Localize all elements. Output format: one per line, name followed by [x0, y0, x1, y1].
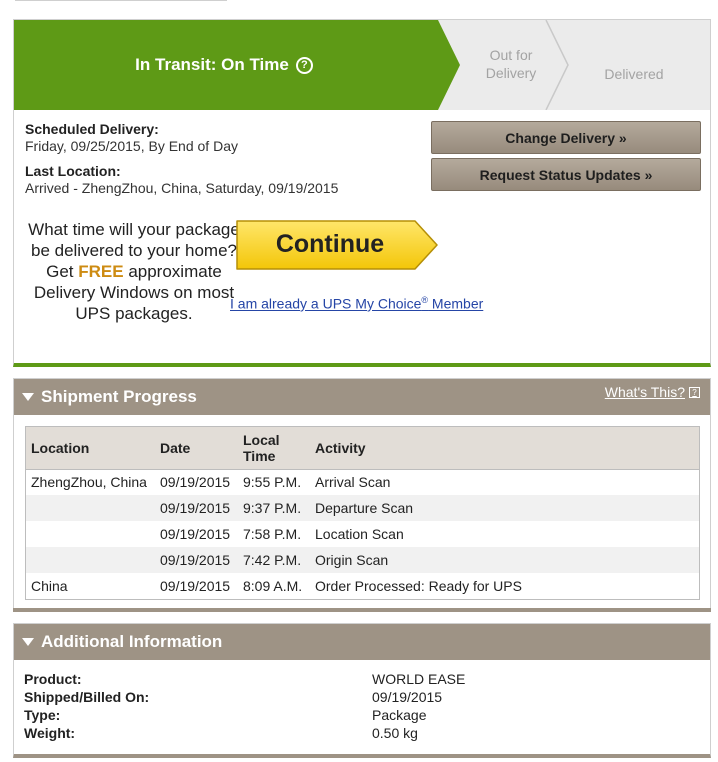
info-value: Package	[372, 707, 427, 723]
info-label: Type:	[24, 707, 61, 723]
additional-information-section: Additional Information Product: WORLD EA…	[13, 623, 711, 758]
info-label: Weight:	[24, 725, 76, 741]
member-link-prefix: I am already a UPS My Choice	[230, 295, 422, 312]
row-time: 9:37 P.M.	[238, 495, 310, 521]
row-location: China	[31, 578, 68, 594]
row-date: 09/19/2015	[155, 495, 238, 521]
info-label: Product:	[24, 671, 82, 687]
whats-this-link[interactable]: What's This??	[605, 384, 700, 400]
promo-free: FREE	[78, 262, 124, 281]
collapse-triangle-icon	[22, 638, 34, 646]
row-location: ZhengZhou, China	[31, 474, 147, 491]
col-local-time: Local Time	[238, 427, 310, 470]
info-row-shipped-billed: Shipped/Billed On: 09/19/2015	[24, 688, 465, 706]
row-location	[26, 521, 155, 547]
continue-button[interactable]: Continue	[235, 219, 441, 274]
request-status-updates-button[interactable]: Request Status Updates »	[431, 158, 701, 191]
col-location: Location	[26, 427, 155, 470]
table-row: 09/19/2015 7:58 P.M. Location Scan	[26, 521, 699, 547]
row-date: 09/19/2015	[155, 547, 238, 573]
additional-information-title: Additional Information	[41, 632, 223, 651]
table-row: 09/19/2015 7:42 P.M. Origin Scan	[26, 547, 699, 573]
row-time: 9:55 P.M.	[243, 474, 302, 491]
shipment-progress-section: Shipment Progress What's This?? Location…	[13, 378, 711, 612]
shipment-progress-table: Location Date Local Time Activity ZhengZ…	[25, 426, 700, 600]
section-divider	[13, 608, 711, 612]
scheduled-delivery-label: Scheduled Delivery:	[25, 121, 159, 137]
info-label: Shipped/Billed On:	[24, 689, 150, 705]
my-choice-member-link[interactable]: I am already a UPS My Choice® Member	[230, 295, 483, 312]
stage-delivered: Delivered	[604, 66, 664, 82]
collapse-triangle-icon	[22, 393, 34, 401]
help-icon[interactable]: ?	[295, 56, 313, 74]
row-activity: Arrival Scan	[315, 474, 391, 491]
scheduled-delivery-value: Friday, 09/25/2015, By End of Day	[25, 138, 238, 154]
change-delivery-button[interactable]: Change Delivery »	[431, 121, 701, 154]
top-divider	[15, 0, 227, 1]
row-activity: Origin Scan	[310, 547, 699, 573]
info-row-product: Product: WORLD EASE	[24, 670, 465, 688]
col-date: Date	[155, 427, 238, 470]
my-choice-promo-text: What time will your package be delivered…	[28, 219, 240, 324]
row-activity: Departure Scan	[310, 495, 699, 521]
shipment-progress-header[interactable]: Shipment Progress What's This??	[14, 379, 710, 415]
table-row: China 09/19/2015 8:09 A.M. Order Process…	[26, 573, 699, 599]
help-box-icon: ?	[689, 386, 700, 398]
row-activity: Location Scan	[315, 526, 404, 542]
row-date: 09/19/2015	[160, 578, 231, 594]
info-row-weight: Weight: 0.50 kg	[24, 724, 465, 742]
row-time: 8:09 A.M.	[243, 578, 303, 594]
table-row: ZhengZhou, China 09/19/2015 9:55 P.M. Ar…	[26, 469, 699, 495]
row-activity: Order Processed: Ready for UPS	[315, 578, 522, 594]
continue-label: Continue	[275, 229, 385, 258]
tracking-status-panel: In Transit: On Time ? Out for Delivery D…	[13, 19, 711, 367]
info-value: WORLD EASE	[372, 671, 466, 687]
info-row-type: Type: Package	[24, 706, 465, 724]
row-date: 09/19/2015	[160, 474, 231, 491]
row-time: 7:42 P.M.	[238, 547, 310, 573]
row-location	[26, 495, 155, 521]
info-value: 09/19/2015	[372, 689, 443, 705]
col-activity: Activity	[310, 427, 699, 470]
additional-information-header[interactable]: Additional Information	[14, 624, 710, 660]
table-row: 09/19/2015 9:37 P.M. Departure Scan	[26, 495, 699, 521]
additional-info-list: Product: WORLD EASE Shipped/Billed On: 0…	[24, 670, 465, 742]
stage-out-for-delivery: Out for Delivery	[485, 47, 537, 81]
info-value: 0.50 kg	[372, 725, 418, 741]
whats-this-label: What's This?	[604, 384, 685, 400]
row-date: 09/19/2015	[160, 526, 231, 542]
last-location-label: Last Location:	[25, 163, 121, 179]
shipment-progress-title: Shipment Progress	[41, 387, 197, 406]
member-link-suffix: Member	[428, 295, 484, 312]
table-header-row: Location Date Local Time Activity	[26, 427, 699, 470]
delivery-progress-bar: In Transit: On Time ? Out for Delivery D…	[14, 20, 710, 110]
row-time: 7:58 P.M.	[243, 526, 302, 542]
stage-current-label: In Transit: On Time	[135, 55, 289, 74]
last-location-value: Arrived - ZhengZhou, China, Saturday, 09…	[25, 180, 339, 196]
stage-in-transit: In Transit: On Time ?	[14, 20, 434, 110]
row-location	[26, 547, 155, 573]
